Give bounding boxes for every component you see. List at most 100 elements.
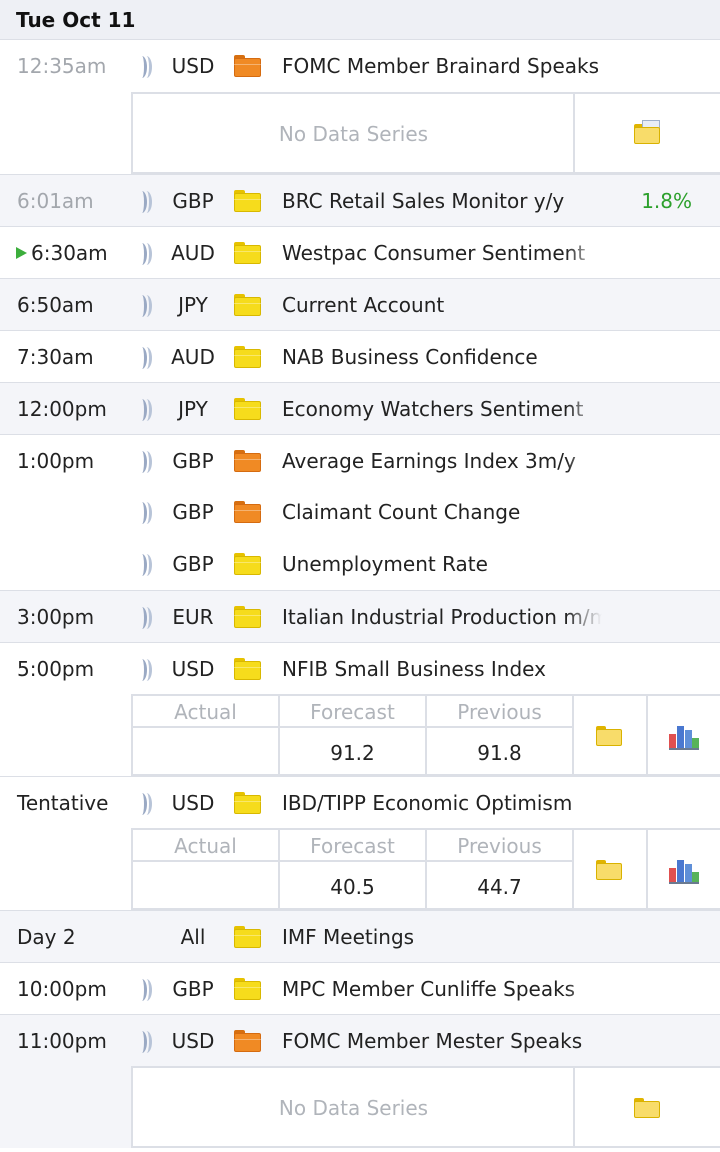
speaker-icon[interactable] — [137, 607, 155, 629]
event-time: 1:00pm — [17, 449, 95, 473]
event-time: 6:30am — [16, 227, 108, 279]
event-time: 5:00pm — [17, 657, 95, 681]
event-row[interactable]: GBP Claimant Count Change — [0, 486, 720, 538]
folder-icon[interactable] — [596, 726, 622, 746]
actual-column: Actual — [133, 696, 280, 774]
speaker-icon[interactable] — [137, 979, 155, 1001]
event-title[interactable]: FOMC Member Mester Speaks — [282, 1015, 602, 1067]
importance-folder-icon — [234, 294, 261, 316]
speaker-icon[interactable] — [137, 56, 155, 78]
event-currency: GBP — [172, 977, 214, 1001]
forecast-header: Forecast — [280, 696, 425, 728]
event-currency: USD — [171, 1029, 215, 1053]
folder-icon[interactable] — [596, 860, 622, 880]
no-data-label: No Data Series — [278, 122, 429, 146]
importance-folder-icon — [234, 926, 261, 948]
event-row[interactable]: 12:35am USD FOMC Member Brainard Speaks — [0, 40, 720, 92]
speaker-icon[interactable] — [137, 793, 155, 815]
event-row[interactable]: Day 2 All IMF Meetings — [0, 910, 720, 962]
event-title[interactable]: NAB Business Confidence — [282, 331, 602, 383]
event-row[interactable]: 12:00pm JPY Economy Watchers Sentiment — [0, 382, 720, 435]
forecast-column: Forecast 91.2 — [280, 696, 427, 774]
event-row[interactable]: 5:00pm USD NFIB Small Business Index — [0, 642, 720, 694]
event-title[interactable]: Claimant Count Change — [282, 486, 602, 538]
event-detail-panel: No Data Series — [0, 92, 720, 174]
importance-folder-icon — [234, 190, 261, 212]
actual-value: 1.8% — [641, 189, 692, 213]
event-row[interactable]: Tentative USD IBD/TIPP Economic Optimism — [0, 776, 720, 828]
importance-folder-icon — [234, 398, 261, 420]
event-title[interactable]: BRC Retail Sales Monitor y/y — [282, 175, 602, 227]
previous-column: Previous 44.7 — [427, 830, 574, 908]
event-row[interactable]: 6:30am AUD Westpac Consumer Sentiment — [0, 226, 720, 279]
speaker-icon[interactable] — [137, 243, 155, 265]
importance-folder-icon — [234, 55, 261, 77]
event-row[interactable]: GBP Unemployment Rate — [0, 538, 720, 590]
event-time: Tentative — [17, 791, 109, 815]
importance-folder-icon — [234, 792, 261, 814]
event-time: 7:30am — [17, 345, 94, 369]
event-detail-panel: Actual Forecast 91.2 Previous 91.8 — [0, 694, 720, 776]
day-label: Tue Oct 11 — [16, 7, 136, 32]
open-folder-icon[interactable] — [634, 120, 660, 144]
event-currency: AUD — [171, 345, 215, 369]
event-time: 12:00pm — [17, 397, 107, 421]
event-time: 11:00pm — [17, 1029, 107, 1053]
importance-folder-icon — [234, 450, 261, 472]
forecast-value: 40.5 — [330, 875, 375, 899]
event-currency: All — [180, 925, 206, 949]
event-row[interactable]: 3:00pm EUR Italian Industrial Production… — [0, 590, 720, 643]
event-title[interactable]: Economy Watchers Sentiment — [282, 383, 602, 435]
previous-header: Previous — [427, 830, 572, 862]
event-currency: USD — [171, 657, 215, 681]
speaker-icon[interactable] — [137, 502, 155, 524]
event-title[interactable]: Average Earnings Index 3m/y — [282, 435, 602, 487]
actual-column: Actual — [133, 830, 280, 908]
speaker-icon[interactable] — [137, 191, 155, 213]
event-title[interactable]: Westpac Consumer Sentiment — [282, 227, 602, 279]
speaker-icon[interactable] — [137, 451, 155, 473]
event-title[interactable]: Italian Industrial Production m/m — [282, 591, 602, 643]
event-currency: USD — [171, 54, 215, 78]
event-title[interactable]: FOMC Member Brainard Speaks — [282, 40, 602, 92]
speaker-icon[interactable] — [137, 1031, 155, 1053]
event-time: 10:00pm — [17, 977, 107, 1001]
event-row[interactable]: 6:01am GBP BRC Retail Sales Monitor y/y … — [0, 174, 720, 226]
event-row[interactable]: 10:00pm GBP MPC Member Cunliffe Speaks — [0, 962, 720, 1015]
actual-header: Actual — [133, 830, 278, 862]
actual-value — [133, 862, 278, 908]
forecast-header: Forecast — [280, 830, 425, 862]
event-title[interactable]: IMF Meetings — [282, 911, 602, 963]
importance-folder-icon — [234, 1030, 261, 1052]
folder-icon[interactable] — [634, 1098, 660, 1118]
event-currency: JPY — [178, 397, 208, 421]
importance-folder-icon — [234, 553, 261, 575]
speaker-icon[interactable] — [137, 347, 155, 369]
previous-header: Previous — [427, 696, 572, 728]
event-title[interactable]: Current Account — [282, 279, 602, 331]
speaker-icon[interactable] — [137, 295, 155, 317]
event-title[interactable]: MPC Member Cunliffe Speaks — [282, 963, 602, 1015]
bar-chart-icon[interactable] — [669, 722, 699, 750]
event-currency: USD — [171, 791, 215, 815]
forecast-value: 91.2 — [330, 741, 375, 765]
actual-value — [133, 728, 278, 774]
speaker-icon[interactable] — [137, 659, 155, 681]
event-currency: GBP — [172, 552, 214, 576]
event-title[interactable]: NFIB Small Business Index — [282, 643, 602, 695]
event-row[interactable]: 6:50am JPY Current Account — [0, 278, 720, 330]
speaker-icon[interactable] — [137, 554, 155, 576]
bar-chart-icon[interactable] — [669, 856, 699, 884]
event-row[interactable]: 11:00pm USD FOMC Member Mester Speaks — [0, 1014, 720, 1066]
event-row[interactable]: 1:00pm GBP Average Earnings Index 3m/y — [0, 434, 720, 487]
event-currency: GBP — [172, 500, 214, 524]
event-time: 6:01am — [17, 189, 94, 213]
event-row[interactable]: 7:30am AUD NAB Business Confidence — [0, 330, 720, 382]
event-title[interactable]: Unemployment Rate — [282, 538, 602, 590]
event-detail-panel: No Data Series — [0, 1066, 720, 1148]
day-header: Tue Oct 11 — [0, 0, 720, 40]
event-title[interactable]: IBD/TIPP Economic Optimism — [282, 777, 602, 829]
event-detail-panel: Actual Forecast 40.5 Previous 44.7 — [0, 828, 720, 910]
speaker-icon[interactable] — [137, 399, 155, 421]
event-time: Day 2 — [17, 925, 76, 949]
